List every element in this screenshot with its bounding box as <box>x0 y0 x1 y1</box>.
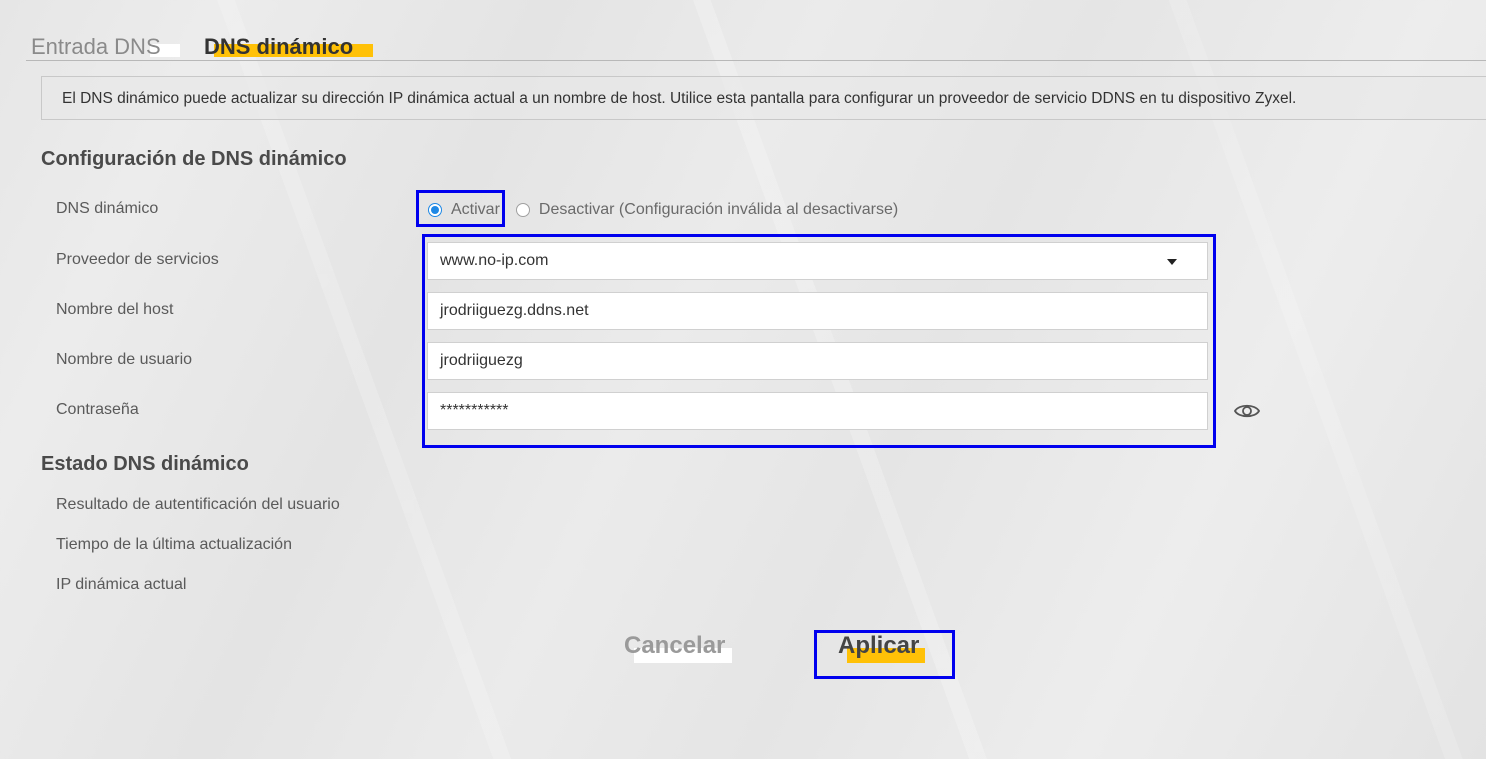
tab-dynamic-dns-label: DNS dinámico <box>204 34 354 59</box>
enable-option[interactable]: Activar <box>428 201 500 219</box>
tab-dns-entry-label: Entrada DNS <box>31 34 161 59</box>
disable-label: Desactivar (Configuración inválida al de… <box>538 201 899 218</box>
chevron-down-icon[interactable] <box>1167 259 1177 265</box>
provider-label: Proveedor de servicios <box>56 251 219 268</box>
enable-label: Activar <box>451 201 500 218</box>
disable-radio[interactable] <box>515 203 530 217</box>
password-input[interactable]: *********** <box>427 392 1208 430</box>
ddns-label: DNS dinámico <box>56 200 159 217</box>
disable-option[interactable]: Desactivar (Configuración inválida al de… <box>515 201 899 219</box>
provider-value: www.no-ip.com <box>440 252 549 269</box>
apply-button[interactable]: Aplicar <box>838 632 919 660</box>
cancel-button[interactable]: Cancelar <box>624 632 725 660</box>
provider-select[interactable]: www.no-ip.com <box>427 242 1208 280</box>
config-section-title: Configuración de DNS dinámico <box>41 148 347 170</box>
enable-radio[interactable] <box>428 203 442 217</box>
username-input[interactable]: jrodriiguezg <box>427 342 1208 380</box>
hostname-label: Nombre del host <box>56 301 174 318</box>
info-banner: El DNS dinámico puede actualizar su dire… <box>41 76 1486 120</box>
hostname-input[interactable]: jrodriiguezg.ddns.net <box>427 292 1208 330</box>
password-label: Contraseña <box>56 401 139 418</box>
tab-dns-entry[interactable]: Entrada DNS <box>31 34 161 60</box>
tab-dynamic-dns[interactable]: DNS dinámico <box>204 34 353 60</box>
tab-bar: Entrada DNS DNS dinámico <box>26 30 1486 61</box>
current-ip-label: IP dinámica actual <box>56 576 187 593</box>
eye-icon[interactable] <box>1234 401 1260 421</box>
username-label: Nombre de usuario <box>56 351 193 368</box>
ddns-radio-group: Activar Desactivar (Configuración inváli… <box>428 198 898 222</box>
last-update-label: Tiempo de la última actualización <box>56 536 292 553</box>
auth-result-label: Resultado de autentificación del usuario <box>56 496 340 513</box>
cancel-button-label: Cancelar <box>624 632 726 659</box>
apply-button-label: Aplicar <box>838 632 920 659</box>
status-section-title: Estado DNS dinámico <box>41 453 249 475</box>
